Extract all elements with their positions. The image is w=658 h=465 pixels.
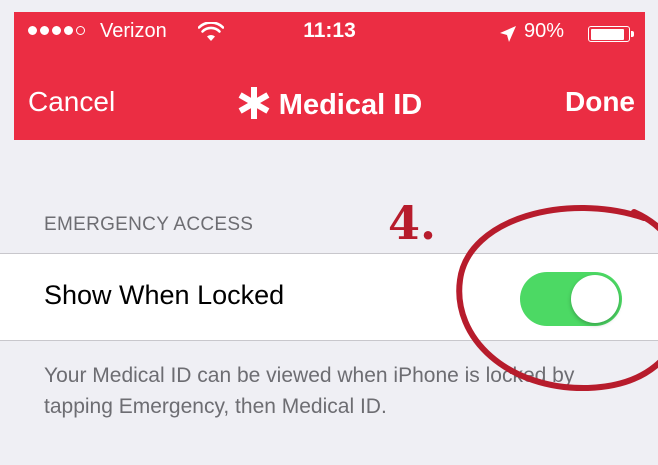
section-footer: Your Medical ID can be viewed when iPhon… bbox=[44, 364, 575, 418]
cancel-button[interactable]: Cancel bbox=[28, 86, 115, 118]
battery-percent: 90% bbox=[524, 20, 565, 42]
header: Verizon 11:13 90% Cancel Medical ID Done bbox=[14, 12, 645, 140]
status-bar: Verizon 11:13 90% bbox=[14, 12, 645, 56]
screen: Verizon 11:13 90% Cancel Medical ID Done… bbox=[0, 0, 658, 465]
page-title-text: Medical ID bbox=[278, 89, 423, 121]
nav-bar: Cancel Medical ID Done bbox=[14, 72, 645, 132]
toggle-knob bbox=[571, 275, 619, 323]
battery-icon bbox=[588, 26, 630, 42]
medical-star-icon bbox=[238, 87, 270, 119]
show-when-locked-toggle[interactable] bbox=[520, 272, 622, 326]
location-arrow-icon bbox=[500, 26, 516, 42]
show-when-locked-row: Show When Locked bbox=[0, 253, 658, 341]
section-header: EMERGENCY ACCESS bbox=[44, 214, 254, 235]
battery-nub bbox=[631, 31, 634, 37]
battery-level bbox=[590, 28, 624, 40]
done-button[interactable]: Done bbox=[565, 86, 635, 118]
show-when-locked-label: Show When Locked bbox=[44, 280, 285, 310]
annotation-step-number: 4. bbox=[388, 196, 437, 250]
